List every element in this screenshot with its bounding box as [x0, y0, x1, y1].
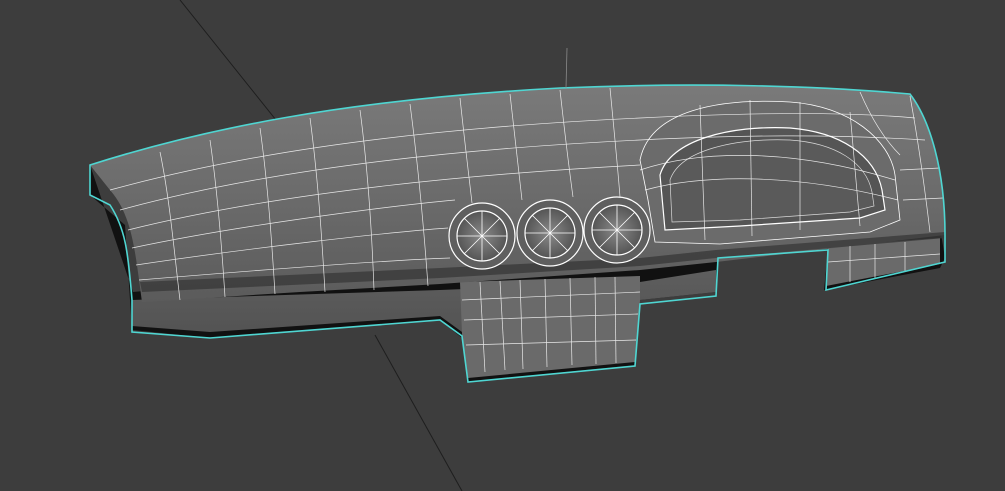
dashboard-model[interactable] — [89, 84, 946, 383]
3d-viewport[interactable] — [0, 0, 1005, 491]
pivot-gizmo-axis — [565, 47, 568, 89]
center-console-tab[interactable] — [460, 276, 640, 378]
round-air-vent[interactable] — [583, 196, 651, 264]
round-air-vent[interactable] — [448, 202, 516, 270]
round-air-vent[interactable] — [516, 199, 584, 267]
grid-line — [374, 334, 463, 491]
viewport-canvas[interactable] — [0, 0, 1005, 491]
